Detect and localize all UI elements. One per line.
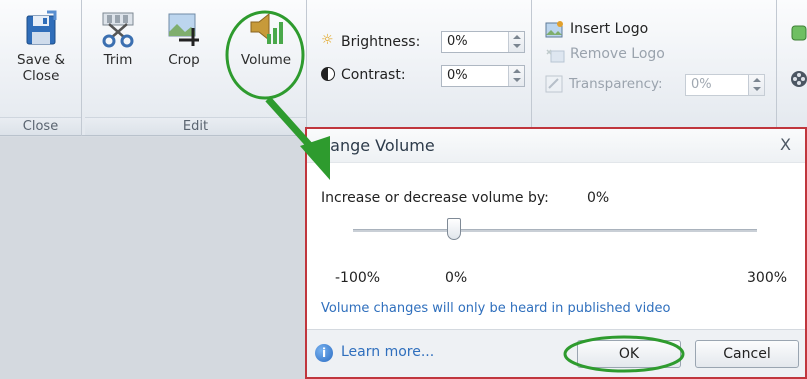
close-group: Save & Close Close [0,0,82,136]
trim-button[interactable]: Trim [91,0,145,68]
ribbon: Save & Close Close Trim Crop Volume Edit… [0,0,807,136]
volume-button[interactable]: Volume [233,0,299,68]
volume-note: Volume changes will only be heard in pub… [321,301,671,316]
contrast-spinner[interactable]: 0% [441,65,525,87]
crop-icon [168,13,199,46]
insert-logo-button[interactable]: Insert Logo [570,21,648,37]
scissors-icon [102,12,134,48]
film-reel-icon [791,71,807,87]
contrast-value: 0% [447,68,468,83]
overflow-group [780,0,807,136]
dialog-close-button[interactable]: X [780,135,791,154]
close-group-label: Close [0,117,81,135]
brightness-value: 0% [447,34,468,49]
crop-label: Crop [168,52,200,68]
transparency-icon [545,75,563,93]
info-icon: i [315,344,333,362]
transparency-value: 0% [691,77,712,92]
edit-group: Trim Crop Volume Edit [85,0,307,136]
transparency-spinner[interactable]: 0% [685,74,765,96]
learn-more-link[interactable]: Learn more... [341,344,434,360]
logo-group: Insert Logo Remove Logo Transparency: 0% [535,0,777,136]
save-close-label: Save & Close [17,52,65,84]
adjust-group: ☼ Brightness: 0% Contrast: 0% [310,0,532,136]
trim-label: Trim [103,52,133,68]
speaker-volume-icon [250,12,283,44]
contrast-icon [321,67,335,81]
change-volume-dialog: hange Volume X Increase or decrease volu… [305,127,807,379]
edit-group-label: Edit [85,117,306,135]
brightness-spinner-arrows[interactable] [508,32,524,52]
remove-logo-button[interactable]: Remove Logo [570,46,665,62]
green-tool-icon [791,25,807,41]
cancel-button[interactable]: Cancel [695,340,799,368]
workspace-area [0,137,305,379]
dialog-footer: i Learn more... OK Cancel [307,329,805,377]
transparency-spinner-arrows[interactable] [748,75,764,95]
volume-label: Volume [240,52,292,68]
slider-min-label: -100% [335,270,381,286]
transparency-label: Transparency: [569,76,663,92]
dialog-title: hange Volume [320,136,435,155]
insert-logo-icon [545,21,563,38]
ok-button[interactable]: OK [577,340,681,368]
contrast-label: Contrast: [341,67,406,83]
brightness-label: Brightness: [341,34,421,50]
volume-slider-thumb[interactable] [447,218,461,240]
dialog-titlebar: hange Volume X [307,129,805,163]
volume-current-value: 0% [587,190,610,206]
volume-prompt: Increase or decrease volume by: [321,190,549,206]
save-close-button[interactable]: Save & Close [2,0,80,84]
slider-max-label: 300% [747,270,788,286]
slider-mid-label: 0% [445,270,468,286]
remove-logo-icon [546,49,565,63]
sun-icon: ☼ [321,32,334,48]
contrast-spinner-arrows[interactable] [508,66,524,86]
brightness-spinner[interactable]: 0% [441,31,525,53]
crop-button[interactable]: Crop [157,0,211,68]
save-icon [26,10,57,45]
volume-slider-track[interactable] [353,229,757,232]
